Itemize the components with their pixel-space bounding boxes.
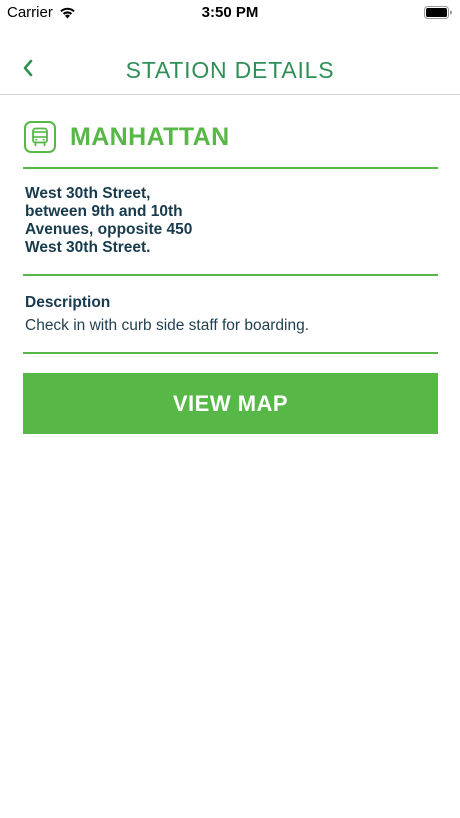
station-name: MANHATTAN: [70, 122, 230, 151]
divider-address: [23, 274, 438, 276]
bus-icon-glyph: [32, 127, 48, 147]
address-line: between 9th and 10th: [25, 203, 183, 220]
address-line: West 30th Street.: [25, 239, 151, 256]
status-bar: Carrier 3:50 PM: [0, 0, 460, 26]
station-address: West 30th Street, between 9th and 10th A…: [25, 185, 245, 257]
address-line: West 30th Street,: [25, 185, 151, 202]
view-map-button[interactable]: VIEW MAP: [23, 373, 438, 434]
station-header: MANHATTAN: [24, 117, 438, 157]
status-time: 3:50 PM: [201, 4, 259, 21]
page-title: STATION DETAILS: [125, 57, 335, 83]
bus-icon: [24, 121, 56, 153]
station-details-screen: Carrier 3:50 PM STATION DETAILS MANHATTA…: [0, 0, 460, 818]
divider-header: [23, 167, 438, 169]
description-label: Description: [25, 294, 111, 311]
battery-icon: [424, 6, 452, 19]
divider-description: [23, 352, 438, 354]
description-text: Check in with curb side staff for boardi…: [25, 317, 310, 334]
address-line: Avenues, opposite 450: [25, 221, 193, 238]
navigation-bar: STATION DETAILS: [0, 44, 460, 95]
